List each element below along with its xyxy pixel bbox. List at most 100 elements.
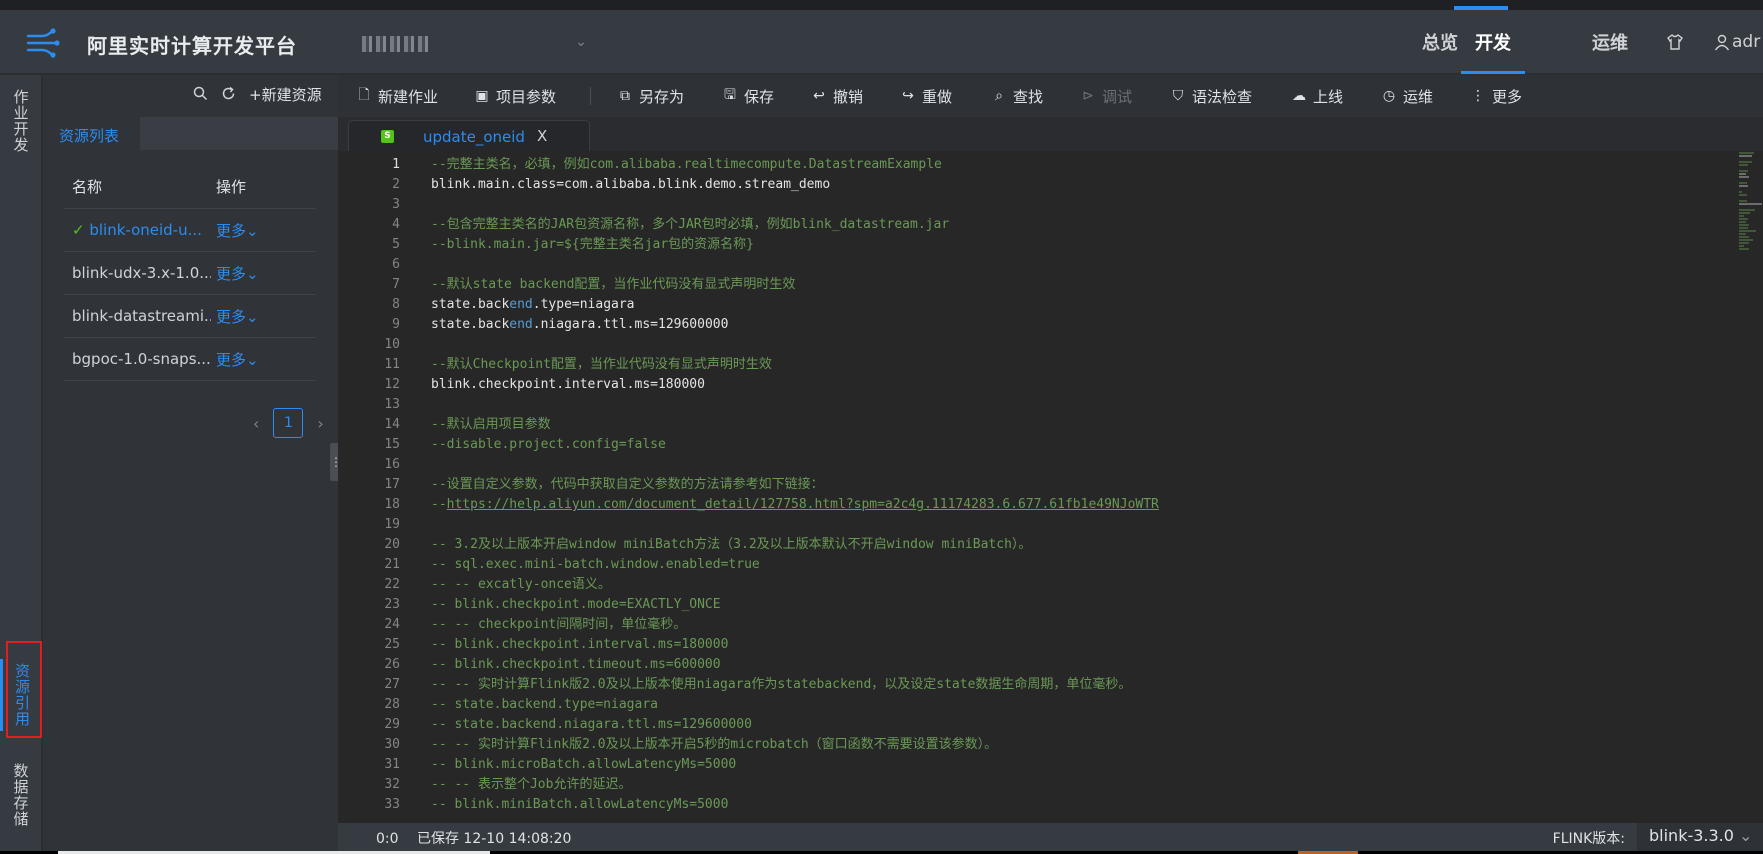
code-line: --默认state backend配置，当作业代码没有显式声明时生效 (431, 277, 796, 292)
line-number: 18 (384, 497, 400, 512)
more-dropdown[interactable]: 更多⌄ (211, 306, 316, 327)
minimap-line (1739, 170, 1748, 172)
line-number: 15 (384, 437, 400, 452)
resource-panel: +新建资源 资源列表 名称 操作 ✓ blink-oneid-u... 更多⌄ … (43, 75, 338, 854)
code-line: --包含完整主类名的JAR包资源名称，多个JAR包时必填，例如blink_dat… (431, 217, 950, 232)
line-number: 21 (384, 557, 400, 572)
new-job-button[interactable]: 🗋 新建作业 (356, 75, 438, 117)
line-number: 1 (392, 157, 400, 172)
code-line: -- -- 实时计算Flink版2.0及以上版本使用niagara作为state… (431, 677, 1132, 692)
redo-button[interactable]: ↪ 重做 (900, 75, 952, 117)
save-button[interactable]: 🖫 保存 (722, 75, 774, 117)
line-number: 27 (384, 677, 400, 692)
chevron-down-icon: ⌄ (246, 221, 259, 240)
line-number: 11 (384, 357, 400, 372)
close-icon[interactable]: X (537, 127, 547, 145)
chevron-left-icon[interactable]: ‹ (253, 414, 259, 433)
line-number: 2 (392, 177, 400, 192)
save-icon: 🖫 (724, 87, 736, 103)
refresh-icon[interactable] (221, 86, 236, 105)
search-icon[interactable] (193, 86, 208, 105)
table-row[interactable]: blink-udx-3.x-1.0... 更多⌄ (64, 252, 316, 295)
code-line: --设置自定义参数，代码中获取自定义参数的方法请参考如下链接： (431, 477, 824, 492)
minimap-line (1739, 221, 1746, 223)
line-number: 31 (384, 757, 400, 772)
save-status: 已保存 12-10 14:08:20 (416, 831, 572, 847)
line-number: 25 (384, 637, 400, 652)
code-line: --默认Checkpoint配置，当作业代码没有显式声明时生效 (431, 357, 772, 372)
chevron-down-icon: ⌄ (246, 350, 259, 369)
more-dropdown[interactable]: 更多⌄ (211, 220, 316, 241)
code-editor[interactable]: 1 2 3 4 5 6 7 8 9 10 11 12 13 14 15 16 17 18 19 20 21 22 23 24 2… (338, 151, 1763, 823)
line-number: 7 (392, 277, 400, 292)
chevron-down-icon: ⌄ (246, 264, 259, 283)
chevron-right-icon[interactable]: › (317, 414, 323, 433)
table-header: 名称 操作 (64, 165, 316, 209)
nav-develop[interactable]: 开发 (1461, 10, 1525, 74)
ops-button[interactable]: ◷ 运维 (1381, 75, 1433, 117)
minimap-line (1739, 176, 1749, 178)
cursor-position: 0:0 (376, 831, 399, 847)
code-line: -- sql.exec.mini-batch.window.enabled=tr… (431, 557, 760, 572)
line-number: 13 (384, 397, 400, 412)
table-row[interactable]: ✓ blink-oneid-u... 更多⌄ (64, 209, 316, 252)
more-button[interactable]: ⋮ 更多 (1470, 75, 1522, 117)
more-dropdown[interactable]: 更多⌄ (211, 349, 316, 370)
code-line: state.backend.niagara.ttl.ms=129600000 (431, 317, 729, 332)
file-plus-icon: 🗋 (358, 87, 370, 103)
line-number: 9 (392, 317, 400, 332)
nav-overview[interactable]: 总览 (1422, 10, 1458, 74)
editor-tab-update-oneid[interactable]: S update_oneid X (348, 120, 590, 151)
minimap-line (1739, 194, 1747, 196)
search-icon: ⌕ (995, 88, 1003, 104)
resource-tabs: 资源列表 (43, 117, 338, 150)
nav-ops[interactable]: 运维 (1592, 10, 1628, 74)
editor-minimap[interactable] (1739, 151, 1763, 251)
resource-toolbar: +新建资源 (43, 75, 338, 117)
more-dropdown[interactable]: 更多⌄ (211, 263, 316, 284)
clock-icon: ◷ (1382, 88, 1396, 104)
minimap-line (1739, 182, 1747, 184)
project-params-button[interactable]: ▣ 项目参数 (474, 75, 556, 117)
code-content[interactable]: --完整主类名，必填，例如com.alibaba.realtimecompute… (431, 155, 1159, 815)
new-resource-button[interactable]: +新建资源 (249, 84, 322, 105)
minimap-line (1739, 236, 1749, 238)
minimap-line (1739, 209, 1755, 211)
cloud-upload-icon: ☁ (1292, 88, 1306, 104)
annotation-box-1 (6, 641, 42, 738)
save-as-button[interactable]: ⧉ 另存为 (617, 75, 684, 117)
app-logo-icon (26, 28, 60, 58)
syntax-check-button[interactable]: ⛉ 语法检查 (1170, 75, 1252, 117)
flink-version-select[interactable]: blink-3.3.0 ⌄ (1637, 823, 1763, 851)
page-number[interactable]: 1 (273, 408, 304, 438)
user-menu[interactable]: adr (1714, 30, 1760, 54)
table-row[interactable]: bgpoc-1.0-snaps... 更多⌄ (64, 338, 316, 381)
shirt-icon[interactable] (1666, 30, 1684, 54)
vtab-job-dev[interactable]: 作 业 开 发 (0, 89, 42, 153)
table-row[interactable]: blink-datastreami... 更多⌄ (64, 295, 316, 338)
minimap-line (1739, 164, 1748, 166)
tab-resource-list[interactable]: 资源列表 (59, 125, 119, 146)
undo-button[interactable]: ↩ 撤销 (811, 75, 863, 117)
vtab-data-storage[interactable]: 数 据 存 储 (0, 763, 42, 827)
minimap-line (1739, 203, 1762, 205)
shield-check-icon: ⛉ (1172, 88, 1184, 104)
line-number: 26 (384, 657, 400, 672)
chevron-down-icon: ⌄ (575, 34, 587, 50)
chevron-down-icon: ⌄ (1739, 826, 1753, 845)
minimap-line (1739, 215, 1744, 217)
code-line: --https://help.aliyun.com/document_detai… (431, 497, 1159, 512)
line-number: 8 (392, 297, 400, 312)
line-number: 14 (384, 417, 400, 432)
more-label: 更多 (216, 264, 247, 283)
find-button[interactable]: ⌕ 查找 (991, 75, 1043, 117)
project-selector[interactable]: ⌄ (362, 32, 587, 56)
code-line: -- -- 表示整个Job允许的延迟。 (431, 777, 632, 792)
debug-button[interactable]: ⊳ 调试 (1080, 75, 1132, 117)
deploy-button[interactable]: ☁ 上线 (1291, 75, 1343, 117)
line-number: 23 (384, 597, 400, 612)
resource-table: 名称 操作 ✓ blink-oneid-u... 更多⌄ blink-udx-3… (64, 165, 316, 381)
check-icon: ✓ (72, 221, 90, 239)
